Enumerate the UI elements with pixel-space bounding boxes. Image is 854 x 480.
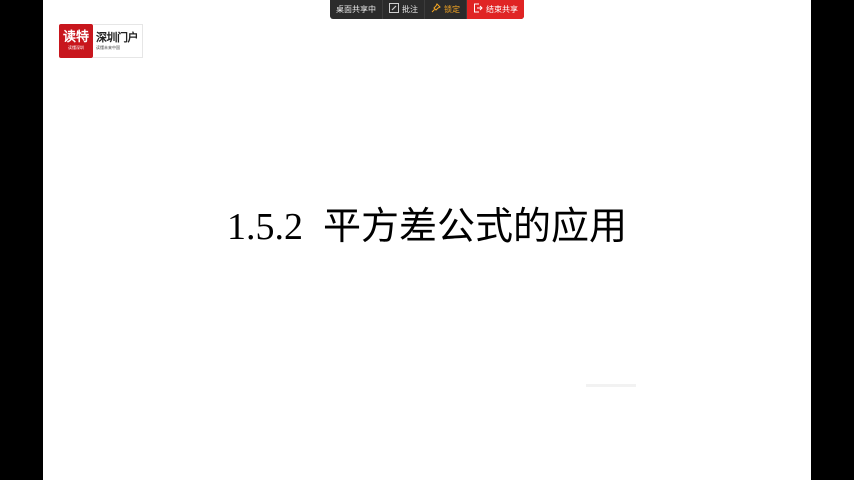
faint-mark: [586, 384, 636, 387]
brand-logo-subtext: 读懂深圳: [68, 45, 84, 50]
logo: 读特 读懂深圳 深圳门户 读懂未来中国: [59, 24, 143, 58]
share-toolbar: 桌面共享中 批注 锁定 结束共享: [330, 0, 524, 19]
brand-logo-text: 读特: [62, 30, 89, 45]
exit-icon: [473, 3, 483, 16]
lock-label: 锁定: [444, 5, 460, 14]
end-sharing-button[interactable]: 结束共享: [467, 0, 524, 19]
slide-canvas: 读特 读懂深圳 深圳门户 读懂未来中国 1.5.2 平方差公式的应用: [43, 0, 811, 480]
pin-icon: [431, 3, 441, 16]
slide-title-text: 平方差公式的应用: [322, 204, 627, 248]
portal-logo-subtext: 读懂未来中国: [96, 45, 120, 50]
lock-button[interactable]: 锁定: [425, 0, 467, 19]
sharing-status: 桌面共享中: [330, 0, 383, 19]
sharing-status-label: 桌面共享中: [336, 5, 376, 14]
slide-title: 1.5.2 平方差公式的应用: [43, 195, 811, 250]
portal-logo-text: 深圳门户: [96, 31, 139, 44]
brand-logo: 读特 读懂深圳: [59, 24, 93, 58]
end-sharing-label: 结束共享: [486, 5, 518, 14]
annotate-button[interactable]: 批注: [383, 0, 425, 19]
annotate-label: 批注: [402, 5, 418, 14]
portal-logo: 深圳门户 读懂未来中国: [93, 24, 143, 58]
pencil-icon: [389, 3, 399, 16]
slide-title-number: 1.5.2: [226, 206, 303, 248]
